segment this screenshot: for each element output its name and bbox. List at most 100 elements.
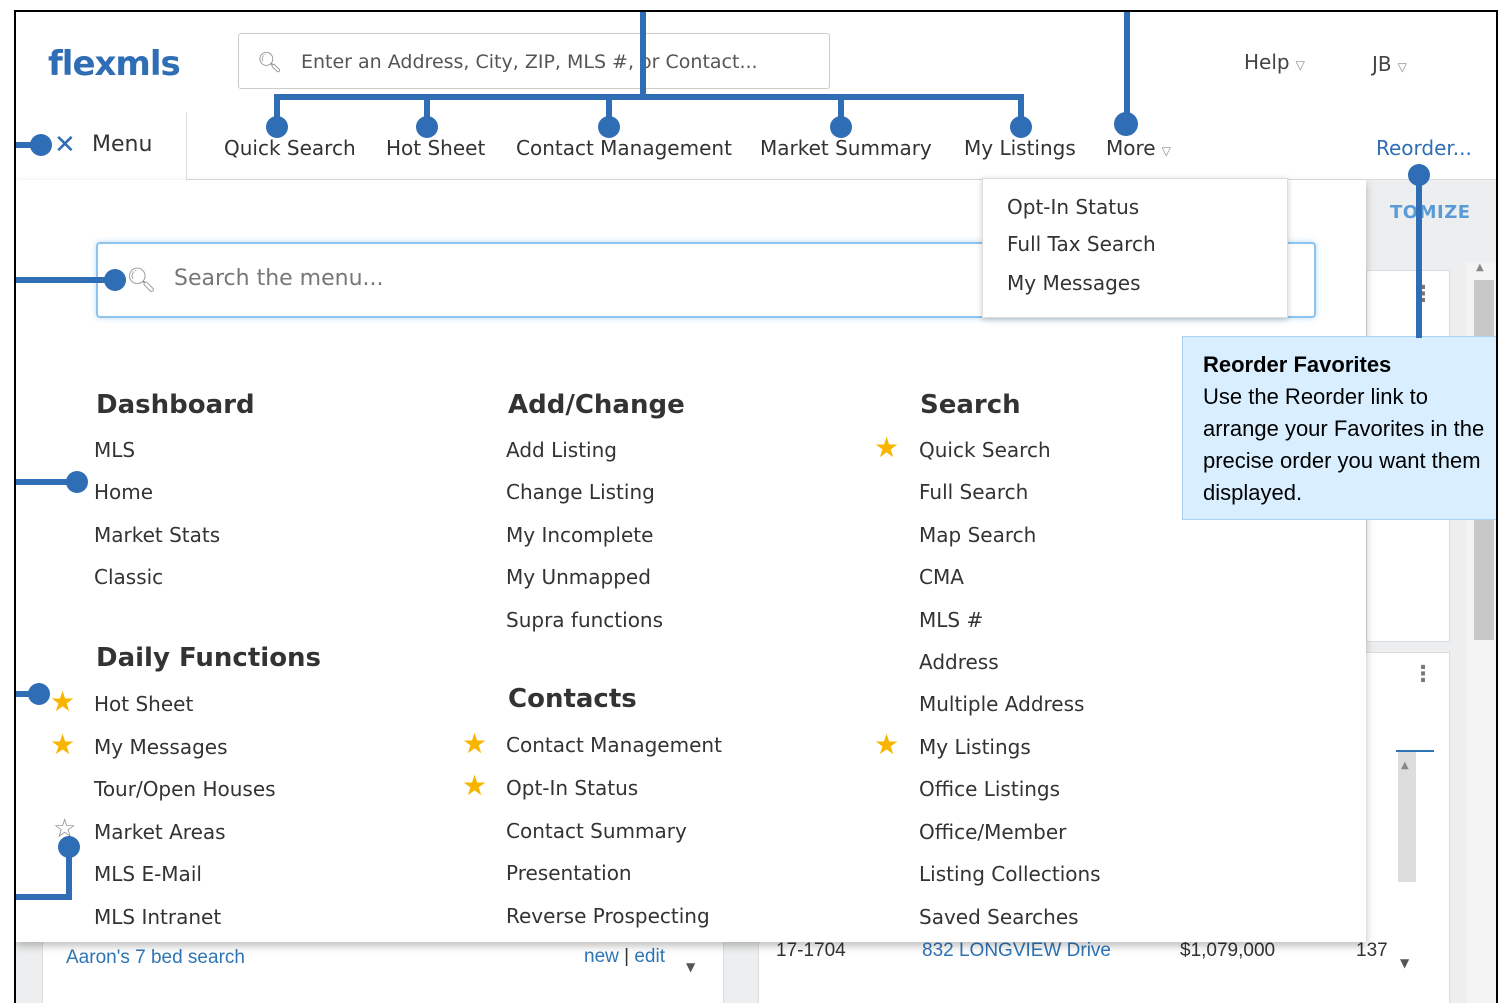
widget-scrollbar[interactable] (1398, 752, 1416, 882)
listing-price: $1,079,000 (1180, 940, 1276, 961)
menu-item-classic[interactable]: Classic (94, 565, 163, 589)
annotation-line (640, 12, 646, 98)
menu-item-my-incomplete[interactable]: My Incomplete (506, 523, 653, 547)
callout-title: Reorder Favorites (1203, 352, 1392, 377)
scroll-up-icon[interactable]: ▲ (1476, 262, 1484, 273)
menu-item-tour-open-houses[interactable]: Tour/Open Houses (94, 777, 276, 801)
menu-item-hot-sheet[interactable]: Hot Sheet (94, 692, 193, 716)
section-heading-contacts: Contacts (508, 684, 637, 714)
star-filled-icon[interactable]: ★ (50, 688, 75, 716)
chevron-down-icon[interactable]: ▼ (686, 960, 695, 974)
annotation-line (1124, 12, 1130, 120)
annotation-line (16, 894, 72, 900)
annotation-dot (598, 116, 620, 138)
menu-item-saved-searches[interactable]: Saved Searches (919, 905, 1079, 929)
menu-item-mls-intranet[interactable]: MLS Intranet (94, 905, 221, 929)
chevron-down-icon: ▽ (1397, 60, 1407, 74)
saved-search-actions: new | edit (584, 946, 665, 968)
annotation-dot (830, 116, 852, 138)
more-dropdown: Opt-In Status Full Tax Search My Message… (982, 178, 1288, 318)
annotation-dot (66, 471, 88, 493)
section-heading-add-change: Add/Change (508, 390, 685, 420)
menu-item-mls-email[interactable]: MLS E-Mail (94, 862, 202, 886)
chevron-down-icon: ▽ (1295, 58, 1305, 72)
menu-item-my-listings[interactable]: My Listings (919, 735, 1031, 759)
menu-item-supra-functions[interactable]: Supra functions (506, 608, 663, 632)
new-link[interactable]: new (584, 946, 619, 967)
star-filled-icon[interactable]: ★ (874, 434, 899, 462)
star-filled-icon[interactable]: ★ (462, 772, 487, 800)
menu-item-map-search[interactable]: Map Search (919, 523, 1036, 547)
nav-hot-sheet[interactable]: Hot Sheet (386, 136, 485, 160)
menu-search-placeholder: Search the menu... (174, 266, 384, 291)
scroll-up-icon[interactable]: ▲ (1401, 760, 1409, 771)
callout-body: Use the Reorder link to arrange your Fav… (1203, 384, 1485, 505)
screenshot-frame: TOMIZE ▲ ⋮ ⋮ ▲ Aaron's 7 bed search new … (14, 10, 1498, 1003)
menu-item-market-stats[interactable]: Market Stats (94, 523, 220, 547)
section-heading-daily-functions: Daily Functions (96, 643, 322, 673)
menu-item-add-listing[interactable]: Add Listing (506, 438, 617, 462)
nav-my-listings[interactable]: My Listings (964, 136, 1076, 160)
menu-item-reverse-prospecting[interactable]: Reverse Prospecting (506, 904, 710, 928)
global-search-input[interactable]: 🔍︎ Enter an Address, City, ZIP, MLS #, o… (238, 33, 830, 89)
kebab-menu-icon[interactable]: ⋮ (1412, 662, 1434, 687)
menu-item-change-listing[interactable]: Change Listing (506, 480, 655, 504)
menu-item-quick-search[interactable]: Quick Search (919, 438, 1051, 462)
annotation-dot (104, 269, 126, 291)
menu-item-address[interactable]: Address (919, 650, 999, 674)
annotation-dot (28, 683, 50, 705)
close-icon[interactable]: ✕ (54, 130, 76, 160)
chevron-down-icon[interactable]: ▼ (1400, 956, 1409, 970)
listing-mls-number: 17-1704 (776, 940, 846, 961)
dropdown-item-opt-in-status[interactable]: Opt-In Status (1007, 195, 1139, 219)
annotation-dot (1408, 164, 1430, 186)
annotation-dot (266, 116, 288, 138)
listing-address-link[interactable]: 832 LONGVIEW Drive (922, 940, 1111, 962)
nav-more[interactable]: More ▽ (1106, 136, 1171, 160)
reorder-link[interactable]: Reorder... (1376, 136, 1472, 160)
flexmls-logo[interactable]: flexmls (48, 44, 181, 84)
edit-link[interactable]: edit (634, 946, 665, 967)
menu-item-my-unmapped[interactable]: My Unmapped (506, 565, 651, 589)
menu-item-mls-number[interactable]: MLS # (919, 608, 983, 632)
menu-item-cma[interactable]: CMA (919, 565, 964, 589)
menu-item-opt-in-status[interactable]: Opt-In Status (506, 776, 638, 800)
menu-item-market-areas[interactable]: Market Areas (94, 820, 226, 844)
nav-quick-search[interactable]: Quick Search (224, 136, 356, 160)
menu-item-mls[interactable]: MLS (94, 438, 135, 462)
dropdown-item-my-messages[interactable]: My Messages (1007, 271, 1141, 295)
saved-search-link[interactable]: Aaron's 7 bed search (66, 947, 245, 969)
annotation-dot (416, 116, 438, 138)
menu-label: Menu (92, 132, 153, 157)
menu-item-full-search[interactable]: Full Search (919, 480, 1028, 504)
section-heading-dashboard: Dashboard (96, 390, 255, 420)
search-placeholder: Enter an Address, City, ZIP, MLS #, or C… (301, 51, 758, 73)
nav-contact-management[interactable]: Contact Management (516, 136, 732, 160)
menu-item-home[interactable]: Home (94, 480, 153, 504)
star-filled-icon[interactable]: ★ (50, 731, 75, 759)
user-initials: JB (1372, 52, 1392, 76)
annotation-dot (1010, 116, 1032, 138)
search-icon: 🔍︎ (126, 266, 157, 294)
menu-item-my-messages[interactable]: My Messages (94, 735, 228, 759)
search-icon: 🔍︎ (257, 50, 283, 74)
star-filled-icon[interactable]: ★ (462, 730, 487, 758)
help-label: Help (1244, 50, 1290, 74)
menu-item-contact-management[interactable]: Contact Management (506, 733, 722, 757)
user-menu[interactable]: JB ▽ (1372, 52, 1407, 76)
dropdown-item-full-tax-search[interactable]: Full Tax Search (1007, 232, 1156, 256)
menu-item-contact-summary[interactable]: Contact Summary (506, 819, 687, 843)
annotation-dot (58, 836, 80, 858)
section-heading-search: Search (920, 390, 1021, 420)
menu-item-office-member[interactable]: Office/Member (919, 820, 1066, 844)
customize-button[interactable]: TOMIZE (1390, 202, 1471, 223)
menu-item-presentation[interactable]: Presentation (506, 861, 632, 885)
help-menu[interactable]: Help ▽ (1244, 50, 1305, 74)
reorder-favorites-callout: Reorder Favorites Use the Reorder link t… (1182, 336, 1496, 520)
star-filled-icon[interactable]: ★ (874, 731, 899, 759)
menu-item-office-listings[interactable]: Office Listings (919, 777, 1060, 801)
menu-item-listing-collections[interactable]: Listing Collections (919, 862, 1101, 886)
menu-item-multiple-address[interactable]: Multiple Address (919, 692, 1084, 716)
nav-market-summary[interactable]: Market Summary (760, 136, 932, 160)
favorites-nav: ✕ Menu Quick Search Hot Sheet Contact Ma… (16, 112, 1496, 180)
